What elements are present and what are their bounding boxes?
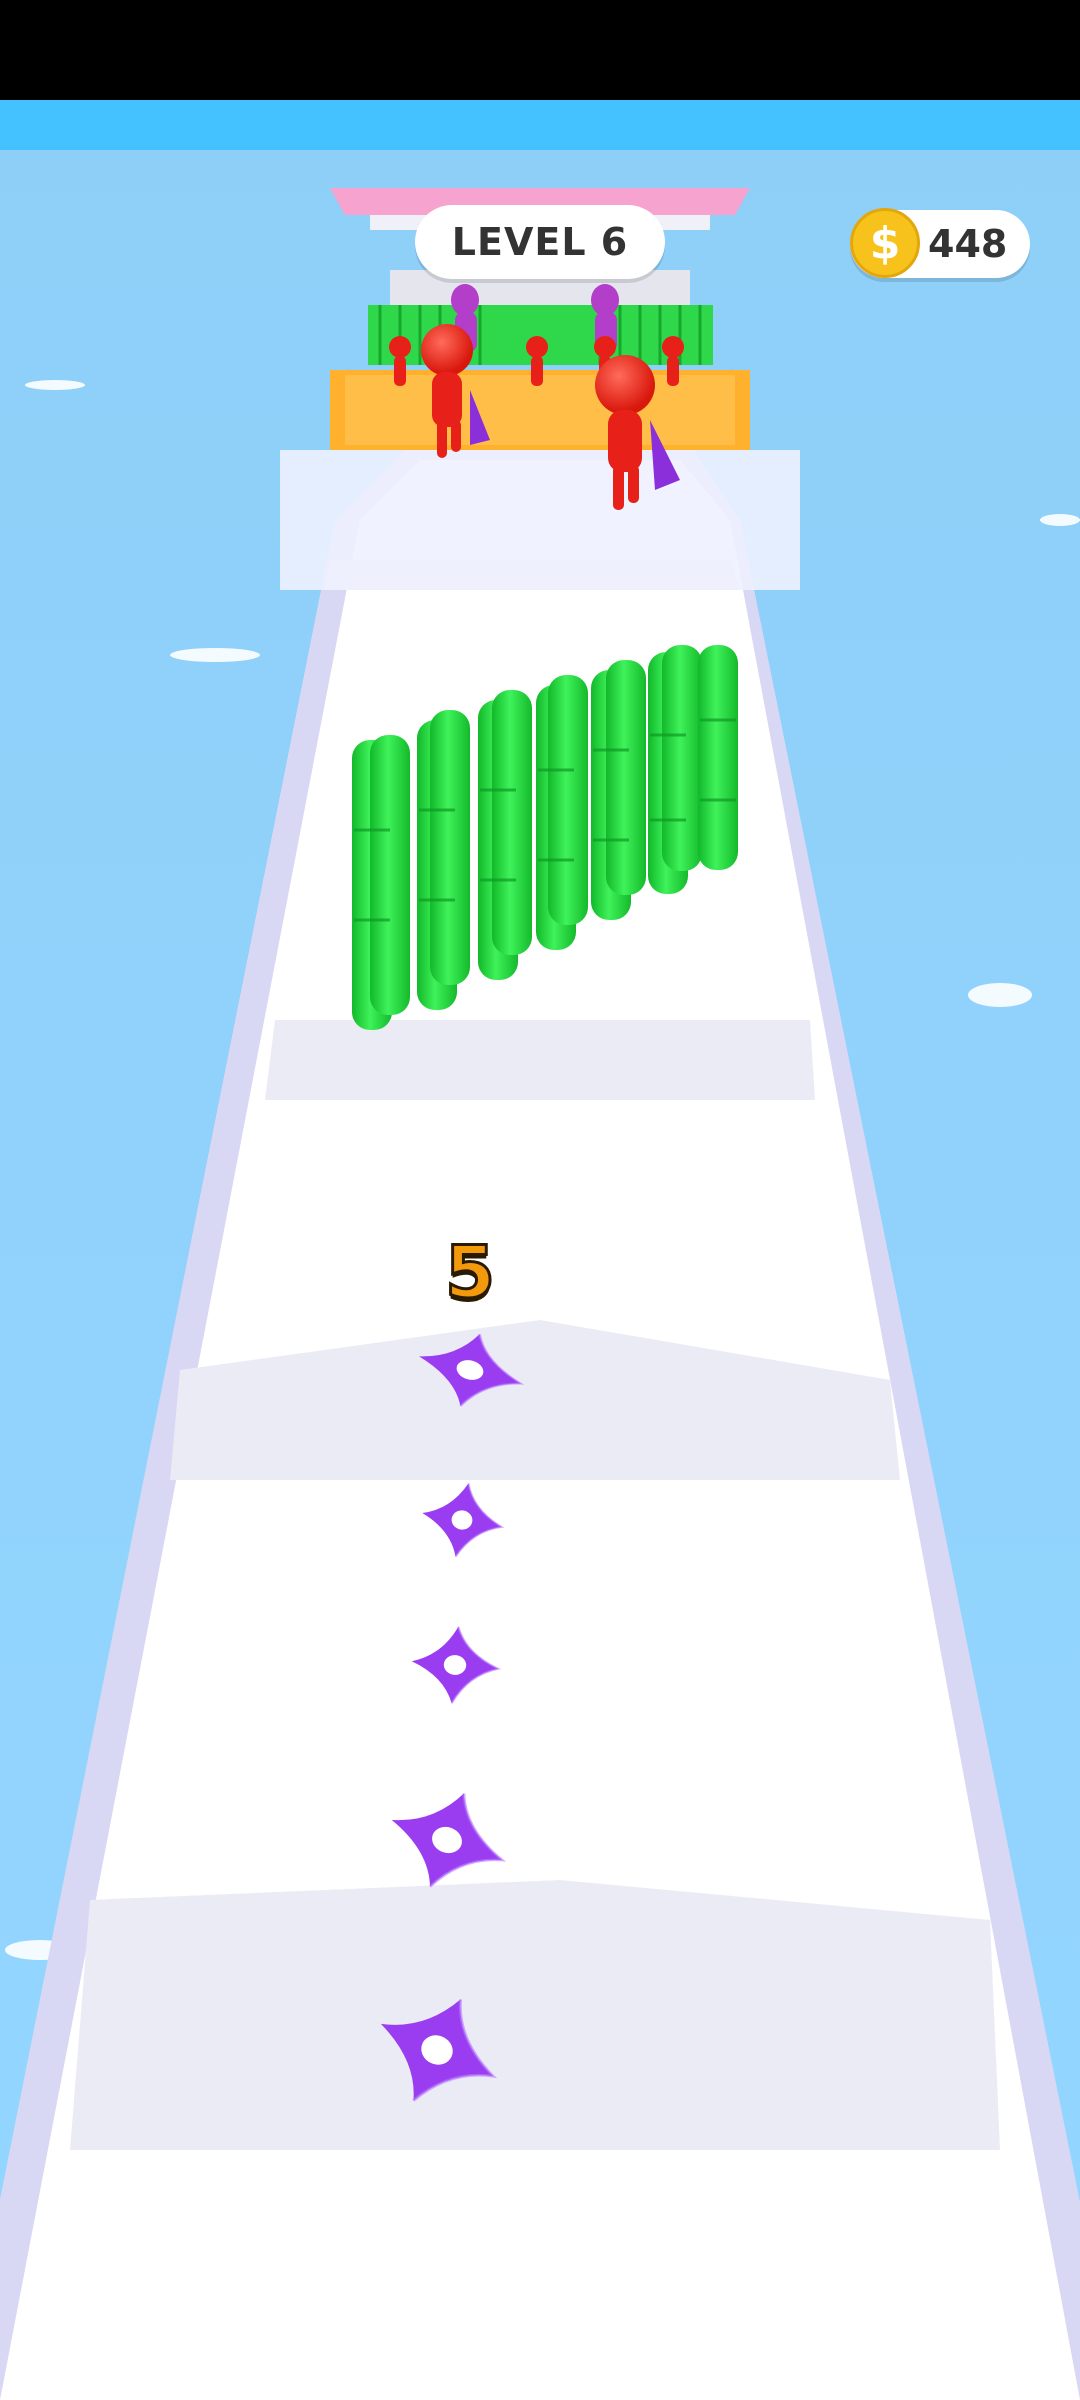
coin-amount: 448 — [928, 222, 1008, 266]
shuriken-count: 5 — [443, 1229, 496, 1316]
bamboo-stalk — [698, 645, 738, 870]
bamboo-stalk — [662, 645, 702, 871]
bamboo-stalk — [430, 710, 470, 985]
horizon-band — [0, 100, 1080, 150]
coin-counter: $ 448 — [850, 208, 1030, 278]
coin-symbol: $ — [869, 217, 901, 269]
game-world — [0, 100, 1080, 2400]
bamboo-stalk — [606, 660, 646, 895]
game-scene[interactable]: LEVEL 6 $ 448 5 — [0, 100, 1080, 2400]
bamboo-stalk — [492, 690, 532, 955]
level-label: LEVEL 6 — [451, 220, 629, 264]
status-bar — [0, 0, 1080, 100]
bamboo-stalk — [548, 675, 588, 925]
dollar-coin-icon: $ — [850, 208, 920, 278]
level-indicator: LEVEL 6 — [415, 205, 665, 279]
bamboo-stalk — [370, 735, 410, 1015]
